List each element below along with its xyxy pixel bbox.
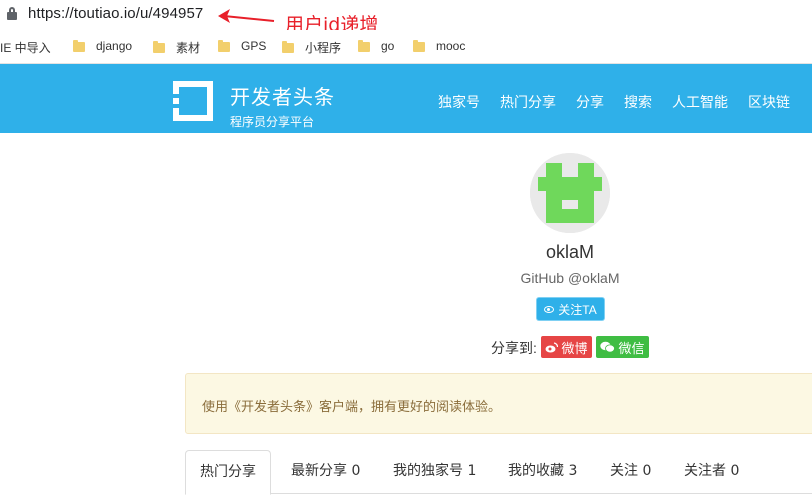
profile-username: oklaM xyxy=(545,242,594,262)
bookmark-label: IE 中导入 xyxy=(0,41,51,55)
folder-icon xyxy=(413,39,425,52)
address-bar[interactable]: https://toutiao.io/u/494957 用户id递增 xyxy=(0,0,812,36)
site-header: 开发者头条 程序员分享平台 独家号 热门分享 分享 搜索 人工智能 区块链 xyxy=(0,64,812,133)
nav-item-exclusive[interactable]: 独家号 xyxy=(438,92,480,112)
client-notice: 使用《开发者头条》客户端，拥有更好的阅读体验。 xyxy=(185,373,812,434)
tab-followers[interactable]: 关注者 0 xyxy=(684,450,739,492)
nav-item-share[interactable]: 分享 xyxy=(576,92,604,112)
tab-my-exclusive[interactable]: 我的独家号 1 xyxy=(393,450,476,492)
folder-icon xyxy=(282,41,294,53)
folder-icon xyxy=(218,39,230,52)
bookmark-sucai[interactable]: 素材 xyxy=(153,39,200,56)
avatar xyxy=(530,153,610,233)
share-wechat-label: 微信 xyxy=(618,341,645,357)
tab-following[interactable]: 关注 0 xyxy=(610,450,651,492)
bookmark-miniprogram[interactable]: 小程序 xyxy=(282,39,341,56)
site-slogan: 程序员分享平台 xyxy=(230,115,315,129)
nav-item-blockchain[interactable]: 区块链 xyxy=(748,92,790,112)
bookmark-label: GPS xyxy=(241,39,267,53)
bookmark-label: 小程序 xyxy=(305,41,342,55)
bookmark-label: 素材 xyxy=(176,41,201,55)
nav-item-ai[interactable]: 人工智能 xyxy=(672,92,728,112)
tab-hot-shares[interactable]: 热门分享 xyxy=(185,450,271,495)
wechat-icon xyxy=(600,341,616,353)
share-wechat-button[interactable]: 微信 xyxy=(596,336,649,358)
brand[interactable]: 开发者头条 程序员分享平台 xyxy=(230,81,335,130)
tab-latest-shares[interactable]: 最新分享 0 xyxy=(291,450,360,492)
annotation-arrow-icon xyxy=(218,9,275,23)
bookmark-label: django xyxy=(96,39,133,53)
profile-tabs: 热门分享 最新分享 0 我的独家号 1 我的收藏 3 关注 0 关注者 0 xyxy=(185,450,812,495)
nav-item-search[interactable]: 搜索 xyxy=(624,92,652,112)
weibo-icon xyxy=(545,341,559,352)
site-logo-icon[interactable] xyxy=(170,78,216,124)
bookmark-mooc[interactable]: mooc xyxy=(413,39,465,53)
bookmark-label: go xyxy=(381,39,395,53)
folder-icon xyxy=(73,39,85,52)
folder-icon xyxy=(358,39,370,52)
profile-github-link[interactable]: GitHub @oklaM xyxy=(0,270,812,286)
nav-item-hot-shares[interactable]: 热门分享 xyxy=(500,92,556,112)
bookmark-gps[interactable]: GPS xyxy=(218,39,266,53)
eye-icon xyxy=(544,305,555,313)
bookmark-label: mooc xyxy=(436,39,466,53)
share-weibo-button[interactable]: 微博 xyxy=(541,336,592,358)
bookmark-ie-import[interactable]: IE 中导入 xyxy=(0,39,51,56)
bookmark-django[interactable]: django xyxy=(73,39,132,53)
bookmark-go[interactable]: go xyxy=(358,39,394,53)
follow-button-label: 关注TA xyxy=(558,302,597,317)
folder-icon xyxy=(153,41,165,53)
site-name: 开发者头条 xyxy=(230,85,335,109)
notice-text: 使用《开发者头条》客户端，拥有更好的阅读体验。 xyxy=(202,400,502,415)
url-text[interactable]: https://toutiao.io/u/494957 xyxy=(28,5,203,22)
identicon-icon xyxy=(530,153,610,233)
bookmarks-bar: IE 中导入 django 素材 GPS 小程序 go mooc xyxy=(0,30,812,64)
share-label: 分享到: xyxy=(491,340,537,356)
follow-button[interactable]: 关注TA xyxy=(537,298,604,320)
tab-my-favorites[interactable]: 我的收藏 3 xyxy=(508,450,577,492)
lock-icon xyxy=(7,7,17,21)
share-weibo-label: 微博 xyxy=(561,341,588,357)
